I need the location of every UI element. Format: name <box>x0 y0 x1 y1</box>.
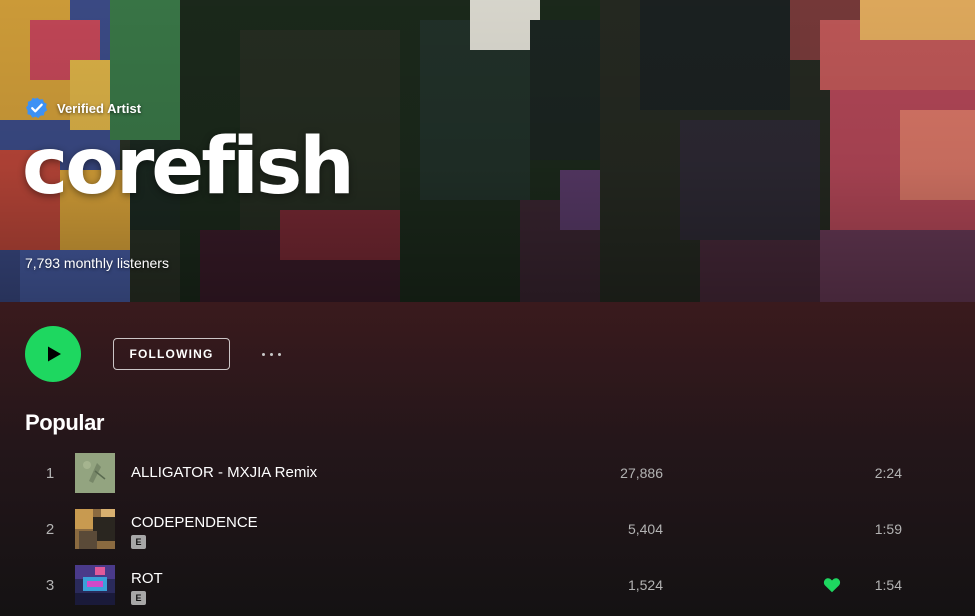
play-count: 27,886 <box>620 465 663 481</box>
track-title[interactable]: CODEPENDENCE <box>131 514 258 531</box>
verified-icon <box>26 97 48 119</box>
more-dot <box>261 352 265 356</box>
album-art-thumbnail <box>75 453 115 493</box>
track-number: 1 <box>45 464 55 482</box>
artist-header: Verified Artist corefish 7,793 monthly l… <box>0 0 975 302</box>
track-duration: 1:54 <box>874 577 902 593</box>
album-art-thumbnail <box>75 509 115 549</box>
explicit-badge: E <box>131 591 146 605</box>
verified-artist-badge: Verified Artist <box>25 96 141 120</box>
track-number: 3 <box>45 576 55 594</box>
popular-heading: Popular <box>25 410 105 435</box>
track-number: 2 <box>45 520 55 538</box>
play-count: 5,404 <box>627 521 663 537</box>
play-icon <box>48 346 61 362</box>
track-row[interactable]: 1 ALLIGATOR - MXJIA Remix 27,886 2:24 <box>25 453 950 505</box>
verified-label: Verified Artist <box>57 100 142 116</box>
following-button[interactable]: FOLLOWING <box>113 338 230 370</box>
more-dot <box>277 352 281 356</box>
track-title[interactable]: ALLIGATOR - MXJIA Remix <box>131 453 317 493</box>
artist-content: FOLLOWING Popular 1 ALLIGATOR - MXJIA Re… <box>0 302 975 616</box>
liked-heart-icon[interactable] <box>823 577 841 593</box>
play-button[interactable] <box>25 326 81 382</box>
track-duration: 2:24 <box>874 465 902 481</box>
track-row[interactable]: 2 CODEPENDENCE E 5,404 1:59 <box>25 509 950 561</box>
more-options-icon[interactable] <box>255 342 287 366</box>
artist-name: corefish <box>22 122 355 212</box>
more-dot <box>269 352 273 356</box>
monthly-listeners: 7,793 monthly listeners <box>25 255 169 271</box>
explicit-badge: E <box>131 535 146 549</box>
play-count: 1,524 <box>627 577 663 593</box>
track-title[interactable]: ROT <box>131 570 163 587</box>
track-row[interactable]: 3 ROT E 1,524 1:54 <box>25 565 950 616</box>
album-art-thumbnail <box>75 565 115 605</box>
track-duration: 1:59 <box>874 521 902 537</box>
